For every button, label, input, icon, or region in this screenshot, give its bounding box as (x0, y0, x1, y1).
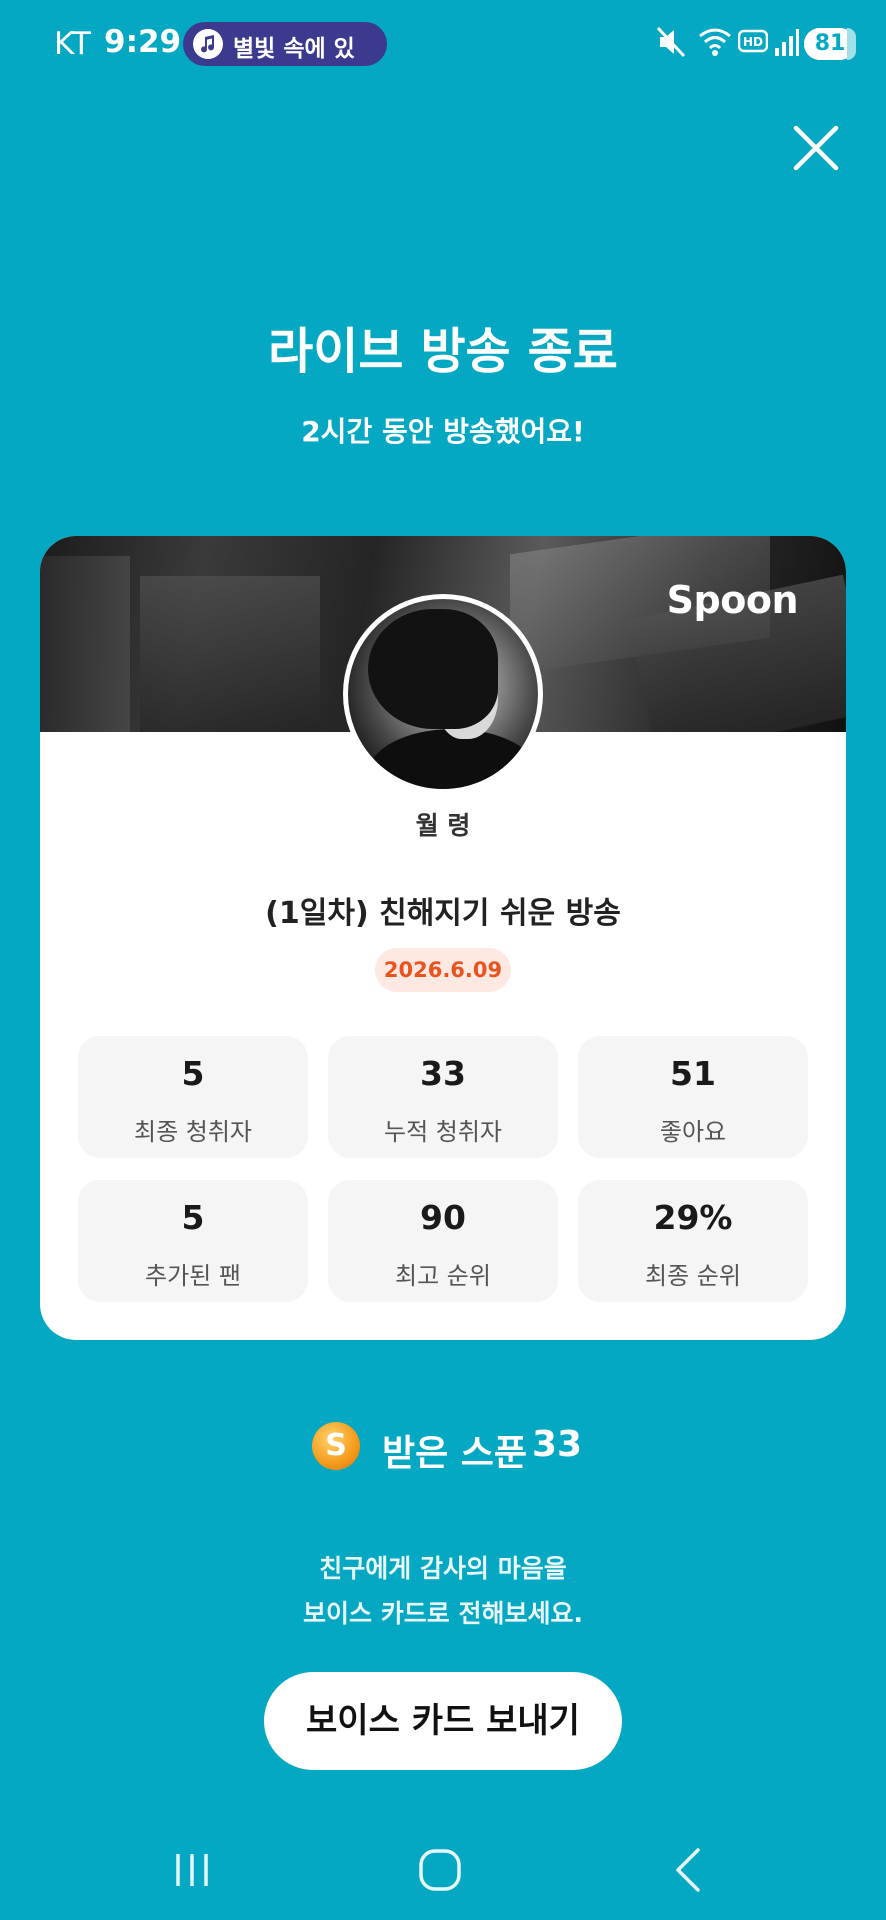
now-playing-text: 별빛 속에 있 (233, 36, 355, 62)
recent-apps-button[interactable] (162, 1840, 222, 1900)
back-button[interactable] (660, 1840, 720, 1900)
system-nav-bar (0, 1820, 886, 1920)
thanks-line-2: 보이스 카드로 전해보세요. (303, 1599, 583, 1628)
stat-value: 51 (670, 1054, 716, 1093)
stat-value: 33 (420, 1054, 466, 1093)
send-voice-card-button[interactable]: 보이스 카드 보내기 (264, 1672, 622, 1770)
hd-icon: HD (737, 26, 769, 60)
host-avatar (343, 594, 543, 794)
stat-label: 최고 순위 (395, 1262, 491, 1290)
stat-value: 29% (653, 1198, 733, 1237)
stat-label: 최종 청취자 (133, 1118, 253, 1146)
broadcast-summary-card: Spoon 월 령 (1일차) 친해지기 쉬운 방송 2026.6.09 5 최… (40, 536, 846, 1340)
mute-icon (656, 26, 686, 62)
close-button[interactable] (790, 122, 842, 174)
thanks-line-1: 친구에게 감사의 마음을 (319, 1554, 567, 1583)
stream-title: (1일차) 친해지기 쉬운 방송 (265, 896, 621, 931)
stat-label: 추가된 팬 (145, 1262, 241, 1290)
date-badge: 2026.6.09 (375, 948, 511, 992)
spoons-count: 33 (532, 1424, 583, 1465)
spoon-coin-icon: S (312, 1422, 360, 1470)
stat-likes: 51 좋아요 (578, 1036, 808, 1158)
stat-new-fans: 5 추가된 팬 (78, 1180, 308, 1302)
home-icon (419, 1849, 461, 1891)
music-note-icon (193, 29, 223, 59)
stat-label: 누적 청취자 (383, 1118, 503, 1146)
clock: 9:29 (104, 24, 182, 60)
back-chevron-icon (676, 1848, 700, 1892)
stat-total-listeners: 33 누적 청취자 (328, 1036, 558, 1158)
stat-final-rank: 29% 최종 순위 (578, 1180, 808, 1302)
stat-value: 5 (181, 1198, 205, 1237)
stat-value: 90 (420, 1198, 466, 1237)
home-button[interactable] (410, 1840, 470, 1900)
brand-logo: Spoon (666, 578, 799, 622)
stat-label: 최종 순위 (645, 1262, 741, 1290)
broadcast-duration: 2시간 동안 방송했어요! (301, 415, 585, 448)
close-icon (793, 125, 839, 171)
spoons-received: S 받은 스푼 33 (0, 1420, 886, 1476)
stat-value: 5 (181, 1054, 205, 1093)
wifi-icon (698, 26, 732, 62)
spoons-label: 받은 스푼 (382, 1433, 528, 1474)
host-name: 월 령 (415, 811, 471, 840)
stat-final-listeners: 5 최종 청취자 (78, 1036, 308, 1158)
battery-level: 81 (814, 31, 846, 56)
thanks-message: 친구에게 감사의 마음을 보이스 카드로 전해보세요. (0, 1546, 886, 1636)
page-title: 라이브 방송 종료 (268, 323, 618, 380)
carrier-label: KT (54, 26, 91, 62)
battery-indicator: 81 (804, 28, 856, 60)
svg-text:HD: HD (743, 35, 763, 49)
now-playing-pill[interactable]: 별빛 속에 있 (183, 22, 387, 66)
status-bar: KT 9:29 별빛 속에 있 HD 81 (0, 0, 886, 90)
stat-best-rank: 90 최고 순위 (328, 1180, 558, 1302)
recent-apps-icon (176, 1854, 208, 1886)
stat-label: 좋아요 (659, 1118, 727, 1146)
signal-icon (774, 26, 800, 62)
